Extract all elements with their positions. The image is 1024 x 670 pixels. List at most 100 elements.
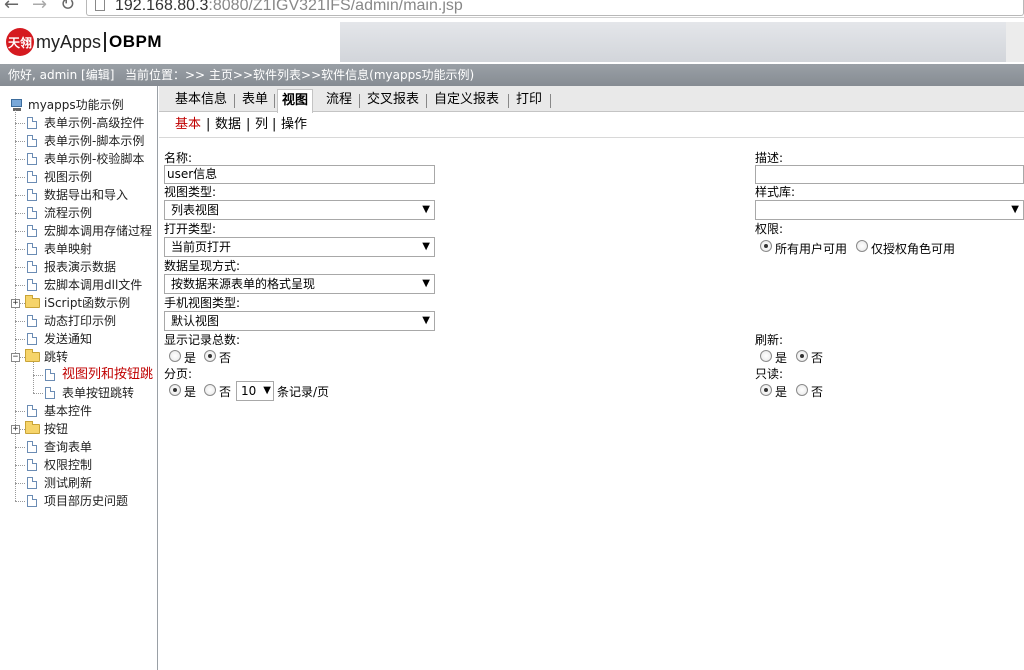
tab-cross-report[interactable]: 交叉报表 xyxy=(363,89,423,111)
document-icon xyxy=(27,441,37,453)
breadcrumb: 当前位置：>> 主页>>软件列表>>软件信息(myapps功能示例) xyxy=(125,68,475,82)
sidebar-item[interactable]: 项目部历史问题 xyxy=(0,492,157,510)
sidebar-item[interactable]: + 按钮 xyxy=(0,420,157,438)
mobile-view-select[interactable]: 默认视图 ▼ xyxy=(164,311,435,331)
subtab-basic[interactable]: 基本 xyxy=(175,112,201,138)
view-type-value: 列表视图 xyxy=(171,203,220,217)
main-panel: 基本信息 表单 视图 流程 交叉报表 自定义报表 打印 基本 | 数据 | 列 … xyxy=(159,86,1024,670)
perm-all-radio[interactable] xyxy=(760,240,772,252)
chevron-down-icon: ▼ xyxy=(422,315,430,326)
tree-connector xyxy=(15,195,25,196)
open-type-select[interactable]: 当前页打开 ▼ xyxy=(164,237,435,257)
sidebar-item[interactable]: 流程示例 xyxy=(0,204,157,222)
document-icon xyxy=(45,387,55,399)
sidebar-item-label: 权限控制 xyxy=(44,458,93,472)
back-icon[interactable]: ← xyxy=(4,0,19,15)
description-input[interactable] xyxy=(755,165,1024,184)
tab-custom-report[interactable]: 自定义报表 xyxy=(430,89,503,111)
sidebar-item[interactable]: 宏脚本调用存储过程 xyxy=(0,222,157,240)
collapse-icon[interactable]: − xyxy=(11,353,20,362)
view-type-label: 视图类型: xyxy=(164,185,217,199)
sidebar-item[interactable]: − 跳转 xyxy=(0,348,157,366)
sidebar-item[interactable]: 查询表单 xyxy=(0,438,157,456)
show-total-no-radio[interactable] xyxy=(204,350,216,362)
description-label: 描述: xyxy=(755,151,784,165)
name-input[interactable]: user信息 xyxy=(164,165,435,184)
perm-roles-label: 仅授权角色可用 xyxy=(871,242,956,256)
folder-icon xyxy=(25,421,40,434)
sidebar-item[interactable]: 报表演示数据 xyxy=(0,258,157,276)
sidebar-item-label: 表单按钮跳转 xyxy=(62,386,135,400)
document-icon xyxy=(27,207,37,219)
tab-flow[interactable]: 流程 xyxy=(322,89,356,111)
sidebar-item-label: 表单映射 xyxy=(44,242,93,256)
data-display-value: 按数据来源表单的格式呈现 xyxy=(171,277,316,291)
tree-connector xyxy=(15,231,25,232)
tab-view[interactable]: 视图 xyxy=(277,89,314,113)
sidebar-item[interactable]: 视图列和按钮跳 xyxy=(0,366,157,384)
tab-basic-info[interactable]: 基本信息 xyxy=(171,89,231,111)
expand-icon[interactable]: + xyxy=(11,299,20,308)
sidebar-item[interactable]: 动态打印示例 xyxy=(0,312,157,330)
sidebar-item[interactable]: 表单映射 xyxy=(0,240,157,258)
view-type-select[interactable]: 列表视图 ▼ xyxy=(164,200,435,220)
subtab-columns[interactable]: 列 xyxy=(255,112,268,138)
sidebar-item[interactable]: 表单示例-脚本示例 xyxy=(0,132,157,150)
sidebar-item[interactable]: 表单按钮跳转 xyxy=(0,384,157,402)
paging-yes-radio[interactable] xyxy=(169,384,181,396)
show-total-yes-radio[interactable] xyxy=(169,350,181,362)
sidebar-item-label: 流程示例 xyxy=(44,206,93,220)
sidebar-item[interactable]: 表单示例-高级控件 xyxy=(0,114,157,132)
perm-roles-radio[interactable] xyxy=(856,240,868,252)
readonly-yes-radio[interactable] xyxy=(760,384,772,396)
refresh-yes-radio[interactable] xyxy=(760,350,772,362)
sidebar-item[interactable]: 宏脚本调用dll文件 xyxy=(0,276,157,294)
forward-icon[interactable]: → xyxy=(32,0,47,15)
refresh-no-label: 否 xyxy=(811,351,824,365)
sidebar-item[interactable]: 测试刷新 xyxy=(0,474,157,492)
show-total-no-label: 否 xyxy=(219,351,232,365)
tree-root[interactable]: myapps功能示例 xyxy=(0,96,157,114)
subtab-data[interactable]: 数据 xyxy=(215,112,241,138)
sidebar-item-label: 宏脚本调用存储过程 xyxy=(44,224,153,238)
sidebar-item[interactable]: + iScript函数示例 xyxy=(0,294,157,312)
tree-connector xyxy=(15,465,25,466)
sidebar-item-label: 视图示例 xyxy=(44,170,93,184)
refresh-no-radio[interactable] xyxy=(796,350,808,362)
mobile-view-label: 手机视图类型: xyxy=(164,296,241,310)
tree-connector xyxy=(15,177,25,178)
subtab-actions[interactable]: 操作 xyxy=(281,112,307,138)
tab-print[interactable]: 打印 xyxy=(512,89,546,111)
refresh-yes-label: 是 xyxy=(775,351,788,365)
reload-icon[interactable]: ↻ xyxy=(60,0,75,15)
sidebar-item-label: 表单示例-脚本示例 xyxy=(44,134,145,148)
document-icon xyxy=(45,369,55,381)
sidebar-item[interactable]: 权限控制 xyxy=(0,456,157,474)
data-display-select[interactable]: 按数据来源表单的格式呈现 ▼ xyxy=(164,274,435,294)
header-band xyxy=(340,22,1024,62)
document-icon xyxy=(27,117,37,129)
sidebar-item[interactable]: 发送通知 xyxy=(0,330,157,348)
document-icon xyxy=(27,225,37,237)
page-size-select[interactable]: 10 ▼ xyxy=(236,381,274,401)
page-icon xyxy=(95,0,105,11)
style-lib-select[interactable]: ▼ xyxy=(755,200,1024,220)
sidebar-item-label: 测试刷新 xyxy=(44,476,93,490)
address-bar[interactable]: 192.168.80.3:8080/Z1IGV321IFS/admin/main… xyxy=(86,0,1024,16)
logo-product: OBPM xyxy=(109,32,163,51)
logo-divider xyxy=(104,32,107,52)
user-greeting[interactable]: 你好, admin [编辑] xyxy=(8,64,114,86)
sidebar-item-label: 发送通知 xyxy=(44,332,93,346)
expand-icon[interactable]: + xyxy=(11,425,20,434)
sidebar-item[interactable]: 基本控件 xyxy=(0,402,157,420)
tab-form[interactable]: 表单 xyxy=(238,89,272,111)
sidebar-item[interactable]: 视图示例 xyxy=(0,168,157,186)
address-url[interactable]: 192.168.80.3:8080/Z1IGV321IFS/admin/main… xyxy=(115,0,463,15)
tab-separator xyxy=(274,94,275,108)
sidebar-item[interactable]: 表单示例-校验脚本 xyxy=(0,150,157,168)
paging-no-radio[interactable] xyxy=(204,384,216,396)
tree-connector xyxy=(15,339,25,340)
sidebar-item-label: 动态打印示例 xyxy=(44,314,117,328)
sidebar-item[interactable]: 数据导出和导入 xyxy=(0,186,157,204)
readonly-no-radio[interactable] xyxy=(796,384,808,396)
